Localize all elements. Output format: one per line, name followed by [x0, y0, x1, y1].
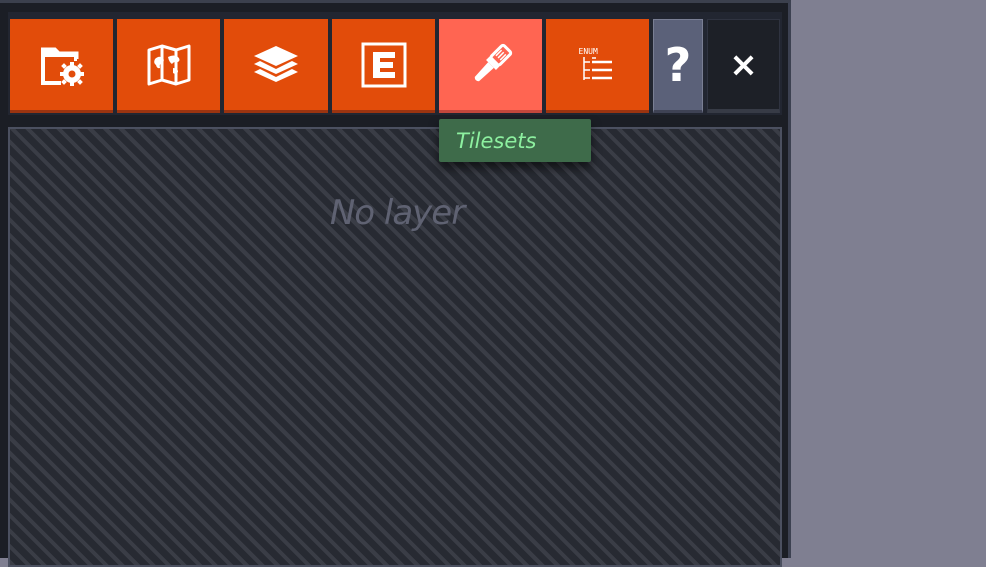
empty-state-message: No layer: [329, 193, 465, 233]
entities-button[interactable]: [332, 19, 435, 113]
world-map-icon: [146, 44, 192, 86]
help-icon: ?: [664, 38, 692, 92]
enum-list-icon: ENUM: [578, 47, 614, 82]
entity-e-icon: [361, 42, 407, 88]
enum-icon-label: ENUM: [578, 47, 598, 56]
world-button[interactable]: [117, 19, 220, 113]
layers-icon: [252, 43, 300, 87]
project-settings-button[interactable]: [10, 19, 113, 113]
help-button[interactable]: ?: [653, 19, 703, 113]
layers-list-area: No layer: [8, 127, 782, 567]
enums-button[interactable]: ENUM: [546, 19, 649, 113]
paintbrush-icon: [468, 42, 514, 88]
close-icon: ×: [729, 44, 758, 85]
close-button[interactable]: ×: [707, 19, 780, 113]
layers-button[interactable]: [224, 19, 328, 113]
folder-gear-icon: [38, 43, 86, 87]
tilesets-tooltip: Tilesets: [439, 119, 591, 162]
tilesets-button[interactable]: [439, 19, 542, 113]
